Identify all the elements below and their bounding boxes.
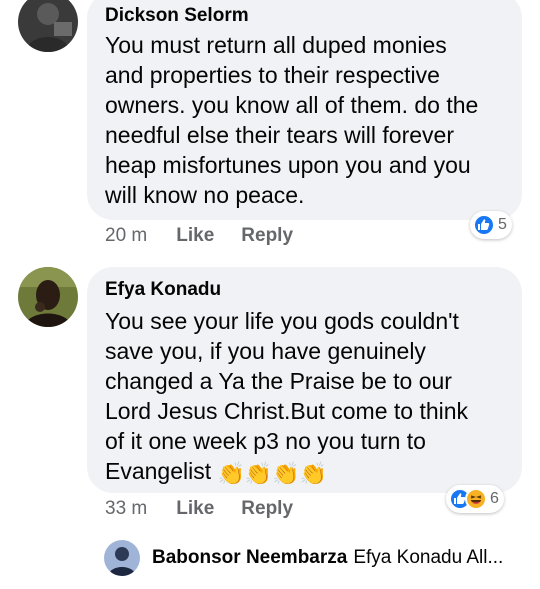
like-icon xyxy=(473,214,495,236)
like-button[interactable]: Like xyxy=(176,225,214,247)
comment-text: You must return all duped monies and pro… xyxy=(105,32,479,208)
avatar[interactable] xyxy=(18,0,78,52)
reaction-summary[interactable]: 6 xyxy=(446,485,504,513)
reply-button[interactable]: Reply xyxy=(241,498,293,520)
reply-preview[interactable]: Babonsor Neembarza Efya Konadu All... xyxy=(104,540,503,576)
comment-timestamp[interactable]: 20 m xyxy=(105,225,147,247)
comment-text-body: You see your life you gods couldn't save… xyxy=(105,308,469,484)
haha-icon xyxy=(465,488,487,510)
comment-author[interactable]: Dickson Selorm xyxy=(105,5,504,27)
avatar[interactable] xyxy=(104,540,140,576)
avatar-photo xyxy=(104,540,140,576)
reply-snippet: Efya Konadu All... xyxy=(353,547,504,568)
comment-bubble: Dickson Selorm You must return all duped… xyxy=(87,0,522,220)
like-button[interactable]: Like xyxy=(176,498,214,520)
reply-button[interactable]: Reply xyxy=(241,225,293,247)
clapping-hands-icon: 👏👏👏👏 xyxy=(217,461,328,486)
comment-actions: 33 m Like Reply xyxy=(105,498,293,520)
comment-text: You see your life you gods couldn't save… xyxy=(105,306,504,486)
reaction-count: 6 xyxy=(490,490,499,507)
avatar-photo xyxy=(18,267,78,327)
comment-actions: 20 m Like Reply xyxy=(105,225,293,247)
avatar-photo xyxy=(18,0,78,52)
comment-bubble: Efya Konadu You see your life you gods c… xyxy=(87,267,522,493)
reaction-summary[interactable]: 5 xyxy=(470,211,512,239)
comment-timestamp[interactable]: 33 m xyxy=(105,498,147,520)
comment-author[interactable]: Efya Konadu xyxy=(105,279,504,301)
reply-author[interactable]: Babonsor Neembarza xyxy=(152,547,347,569)
reaction-count: 5 xyxy=(498,216,507,233)
avatar[interactable] xyxy=(18,267,78,327)
